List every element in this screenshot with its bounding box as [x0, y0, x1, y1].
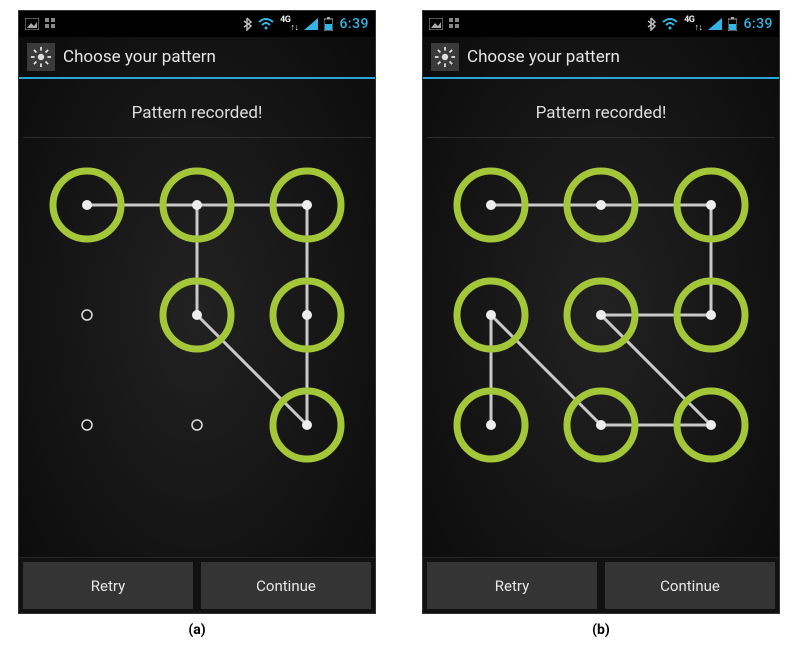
battery-icon [728, 17, 737, 31]
network-label: 4G [280, 16, 290, 32]
settings-icon [431, 43, 459, 71]
network-icon: 4G↑↓ [280, 16, 298, 32]
lock-pattern-svg [32, 150, 362, 480]
battery-icon [324, 17, 333, 31]
content: Pattern recorded! Retry Continue [423, 79, 779, 613]
action-bar: Retry Continue [423, 557, 779, 613]
network-label: 4G [684, 16, 694, 32]
divider [427, 137, 775, 138]
page-title: Choose your pattern [63, 47, 216, 67]
pattern-grid[interactable] [19, 150, 375, 557]
caption: (b) [592, 622, 610, 638]
screenshot-b: 4G↑↓ 6:39 Choose your pattern Pattern re… [422, 10, 780, 663]
titlebar: Choose your pattern [423, 37, 779, 79]
signal-icon [304, 18, 318, 30]
grid-icon [45, 18, 57, 30]
clock: 6:39 [743, 16, 773, 32]
titlebar: Choose your pattern [19, 37, 375, 79]
phone-frame: 4G↑↓ 6:39 Choose your pattern Pattern re… [18, 10, 376, 614]
pattern-grid[interactable] [423, 150, 779, 557]
action-bar: Retry Continue [19, 557, 375, 613]
divider [23, 137, 371, 138]
phone-frame: 4G↑↓ 6:39 Choose your pattern Pattern re… [422, 10, 780, 614]
settings-icon [27, 43, 55, 71]
image-icon [25, 18, 39, 30]
continue-button[interactable]: Continue [201, 562, 371, 609]
retry-button[interactable]: Retry [427, 562, 597, 609]
screenshot-a: 4G↑↓ 6:39 Choose your pattern Pattern re… [18, 10, 376, 663]
status-text: Pattern recorded! [423, 103, 779, 123]
signal-icon [708, 18, 722, 30]
image-icon [429, 18, 443, 30]
continue-button[interactable]: Continue [605, 562, 775, 609]
bluetooth-icon [242, 17, 252, 31]
clock: 6:39 [339, 16, 369, 32]
wifi-icon [258, 18, 274, 30]
network-icon: 4G↑↓ [684, 16, 702, 32]
grid-icon [449, 18, 461, 30]
content: Pattern recorded! Retry Continue [19, 79, 375, 613]
retry-button[interactable]: Retry [23, 562, 193, 609]
statusbar: 4G↑↓ 6:39 [423, 11, 779, 37]
statusbar: 4G↑↓ 6:39 [19, 11, 375, 37]
wifi-icon [662, 18, 678, 30]
status-text: Pattern recorded! [19, 103, 375, 123]
page-title: Choose your pattern [467, 47, 620, 67]
caption: (a) [188, 622, 205, 638]
bluetooth-icon [646, 17, 656, 31]
lock-pattern-svg [436, 150, 766, 480]
